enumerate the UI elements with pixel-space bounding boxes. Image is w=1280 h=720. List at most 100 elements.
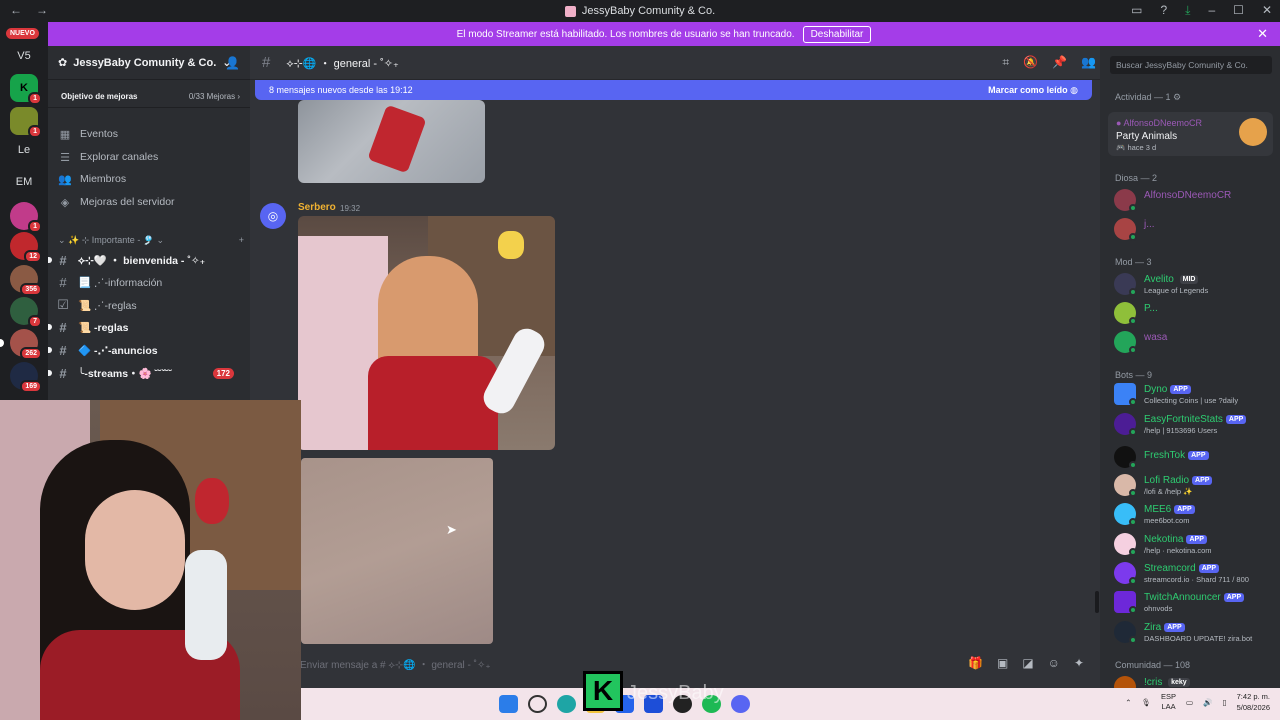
message-composer[interactable]: Enviar mensaje a # ⟡⊹🌐 ・ general - ˚✧₊ 🎁… bbox=[294, 650, 1094, 676]
member-item[interactable]: FreshTok APP bbox=[1114, 444, 1274, 470]
nav-server-boosts[interactable]: ◈ Mejoras del servidor bbox=[58, 192, 244, 212]
channel-informacion[interactable]: # 📃 ⋰-información bbox=[56, 271, 242, 293]
attachment-image-photo[interactable] bbox=[298, 216, 555, 450]
forward-arrow-icon[interactable]: → bbox=[36, 3, 48, 17]
display-icon[interactable]: ▭ bbox=[1186, 698, 1193, 707]
member-item[interactable]: Avelito MID League of Legends bbox=[1114, 271, 1274, 297]
notifications-icon[interactable]: 🔕 bbox=[1023, 55, 1038, 70]
close-window-icon[interactable]: ✕ bbox=[1262, 3, 1272, 18]
microphone-icon[interactable]: 🎙 bbox=[1142, 698, 1152, 707]
inbox-icon[interactable]: ▭ bbox=[1131, 3, 1142, 18]
server-icon-11[interactable]: 169 bbox=[10, 362, 42, 393]
channel-name: 📜 -reglas bbox=[78, 321, 129, 334]
server-icon-le[interactable]: Le bbox=[10, 136, 38, 164]
attachment-image-loading[interactable] bbox=[301, 458, 493, 644]
member-name-text: Zira bbox=[1144, 622, 1162, 633]
member-item[interactable]: EasyFortniteStats APP/help | 9153696 User… bbox=[1114, 411, 1274, 437]
image-plush bbox=[498, 231, 524, 259]
gif-icon[interactable]: ▣ bbox=[997, 656, 1008, 670]
member-item[interactable]: j... bbox=[1114, 216, 1274, 242]
app-icon bbox=[564, 5, 576, 17]
nav-members[interactable]: 👥 Miembros bbox=[58, 169, 244, 189]
member-item[interactable]: Zira APP DASHBOARD UPDATE! zira.bot bbox=[1114, 619, 1274, 645]
message-author[interactable]: Serbero bbox=[298, 202, 336, 213]
nav-events[interactable]: ▦ Eventos bbox=[58, 124, 244, 144]
group-header: Comunidad — 108 bbox=[1115, 660, 1191, 670]
channel-bienvenida[interactable]: # ⟡⊹🤍 ・ bienvenida - ˚✧₊ bbox=[48, 249, 242, 271]
server-badge: 12 bbox=[24, 250, 42, 263]
window-controls: ▭ ? ⤓ – ☐ ✕ bbox=[1131, 3, 1272, 18]
emoji-icon[interactable]: ☺ bbox=[1048, 656, 1060, 670]
scrollbar[interactable] bbox=[1095, 591, 1099, 613]
banner-close-icon[interactable]: ✕ bbox=[1257, 26, 1268, 42]
server-header[interactable]: ✿ JessyBaby Comunity & Co. ⌄ 👤 bbox=[48, 46, 250, 80]
member-item[interactable]: Dyno APP Collecting Coins | use ?daily bbox=[1114, 381, 1274, 407]
windows-start-icon[interactable] bbox=[499, 695, 518, 713]
category-important[interactable]: ⌄ ✨ ⊹ Importante - 🎐 ⌄ + bbox=[58, 235, 244, 246]
gear-icon[interactable]: ⚙ bbox=[1173, 92, 1181, 102]
channel-reglas-rules[interactable]: ☑ 📜 ⋰-reglas bbox=[56, 294, 242, 316]
download-icon[interactable]: ⤓ bbox=[1185, 3, 1190, 18]
back-arrow-icon[interactable]: ← bbox=[10, 3, 22, 17]
server-icon-6[interactable]: 1 bbox=[10, 202, 42, 233]
channel-streams[interactable]: # ╰-streams・🌸 ˘˘ˇ˘˘ 172 bbox=[48, 362, 242, 384]
member-item[interactable]: MEE6 APP mee6bot.com bbox=[1114, 501, 1274, 527]
channel-anuncios[interactable]: # 🔷 -⋰-anuncios bbox=[48, 339, 242, 361]
battery-icon[interactable]: ▯ bbox=[1222, 698, 1226, 707]
channel-reglas[interactable]: # 📜 -reglas bbox=[48, 316, 242, 338]
member-item[interactable]: wasa bbox=[1114, 329, 1274, 355]
server-icon-8[interactable]: 356 bbox=[10, 265, 42, 296]
mark-as-read-button[interactable]: Marcar como leído ◍ bbox=[988, 85, 1078, 96]
boost-goal[interactable]: Objetivo de mejoras 0/33 Mejoras › bbox=[48, 86, 250, 108]
help-icon[interactable]: ? bbox=[1160, 3, 1167, 18]
member-name: Lofi Radio APP bbox=[1144, 475, 1213, 486]
member-item[interactable]: P... bbox=[1114, 300, 1274, 326]
pin-icon[interactable]: 📌 bbox=[1052, 55, 1067, 70]
search-input[interactable]: Buscar JessyBaby Comunity & Co. bbox=[1110, 56, 1272, 74]
clock-time: 7:42 p. m. bbox=[1236, 692, 1270, 701]
threads-icon[interactable]: ⌗ bbox=[1002, 55, 1009, 70]
server-icon-em[interactable]: EM bbox=[10, 168, 38, 196]
member-item[interactable]: TwitchAnnouncer APP ohnvods bbox=[1114, 589, 1274, 615]
new-messages-bar[interactable]: 8 mensajes nuevos desde las 19:12 Marcar… bbox=[255, 80, 1092, 100]
server-badge: 169 bbox=[20, 380, 42, 393]
gift-icon[interactable]: 🎁 bbox=[968, 656, 983, 670]
activity-card[interactable]: ● AlfonsoDNeemoCR Party Animals 🎮 hace 3… bbox=[1108, 112, 1273, 156]
avatar[interactable]: ◎ bbox=[260, 203, 286, 229]
webcam-microphone bbox=[185, 550, 227, 660]
add-channel-icon[interactable]: + bbox=[239, 235, 244, 246]
server-icon-7[interactable]: 12 bbox=[10, 232, 42, 263]
clock[interactable]: 7:42 p. m. 5/08/2026 bbox=[1237, 691, 1270, 713]
chat-area: # ⟡⊹🌐 ・ general - ˚✧₊ ⌗ 🔕 📌 👥 8 mensajes… bbox=[250, 46, 1100, 720]
lang-code: ESP bbox=[1161, 692, 1177, 701]
server-icon-v5[interactable]: V5 bbox=[10, 42, 38, 70]
server-icon-pixel[interactable]: 1 bbox=[10, 107, 42, 138]
stream-logo-icon: K bbox=[583, 671, 623, 711]
mouse-cursor-icon: ➤ bbox=[446, 522, 457, 537]
server-icon-9[interactable]: 7 bbox=[10, 297, 42, 328]
search-icon[interactable] bbox=[528, 695, 547, 713]
member-name-text: FreshTok bbox=[1144, 450, 1186, 461]
member-status: League of Legends bbox=[1144, 286, 1209, 295]
discord-icon[interactable] bbox=[731, 695, 750, 713]
disable-streamer-button[interactable]: Deshabilitar bbox=[802, 25, 872, 43]
apps-icon[interactable]: ✦ bbox=[1074, 656, 1084, 670]
member-item[interactable]: Lofi Radio APP/lofi & /help ✨ bbox=[1114, 472, 1274, 498]
chevron-up-icon[interactable]: ⌃ bbox=[1125, 698, 1131, 707]
volume-icon[interactable]: 🔊 bbox=[1203, 698, 1212, 707]
member-name: P... bbox=[1144, 303, 1158, 314]
server-icon-k[interactable]: K 1 bbox=[10, 74, 42, 105]
add-member-icon[interactable]: 👤 bbox=[225, 56, 240, 70]
maximize-icon[interactable]: ☐ bbox=[1233, 3, 1244, 18]
edge-icon[interactable] bbox=[557, 695, 576, 713]
member-item[interactable]: AlfonsoDNeemoCR bbox=[1114, 187, 1274, 213]
attachment-image-previous[interactable] bbox=[298, 100, 485, 183]
server-icon-10[interactable]: 262 bbox=[0, 329, 42, 360]
member-item[interactable]: Streamcord APP streamcord.io · Shard 711 /… bbox=[1114, 560, 1274, 586]
minimize-icon[interactable]: – bbox=[1208, 3, 1215, 18]
language-indicator[interactable]: ESP LAA bbox=[1161, 692, 1176, 712]
nav-browse-channels[interactable]: ☰ Explorar canales bbox=[58, 147, 244, 167]
sticker-icon[interactable]: ◪ bbox=[1022, 656, 1033, 670]
member-list-icon[interactable]: 👥 bbox=[1081, 55, 1096, 70]
member-item[interactable]: Nekotina APP/help · nekotina.com bbox=[1114, 531, 1274, 557]
